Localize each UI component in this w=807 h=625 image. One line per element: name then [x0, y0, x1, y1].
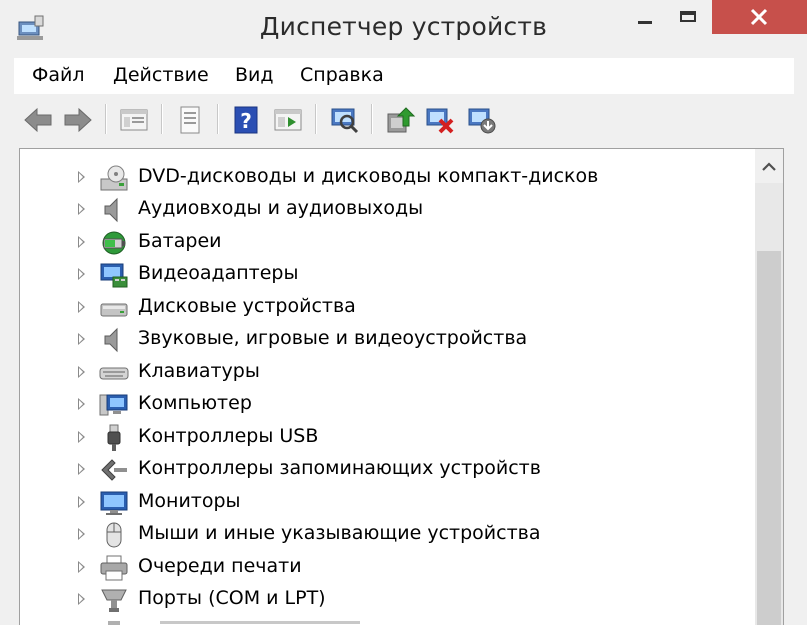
tree-item-label: Дисковые устройства — [138, 295, 356, 317]
toolbar-separator — [371, 104, 372, 134]
tree-item-display-adapters[interactable]: Видеоадаптеры — [20, 259, 755, 291]
enable-device-icon[interactable] — [466, 104, 498, 136]
port-icon — [101, 589, 127, 612]
tree-item-label: Мониторы — [138, 490, 241, 512]
expand-arrow[interactable] — [78, 171, 85, 183]
tree-item-sound-video-game[interactable]: Звуковые, игровые и видеоустройства — [20, 324, 755, 356]
tree-item-audio-inputs-outputs[interactable]: Аудиовходы и аудиовыходы — [20, 194, 755, 226]
chevron-up-icon — [762, 162, 776, 171]
tree-item-label: Очереди печати — [138, 555, 302, 577]
tree-item-label: Контроллеры USB — [138, 425, 319, 447]
scroll-thumb[interactable] — [757, 251, 781, 625]
close-button[interactable] — [712, 0, 807, 34]
printer-icon — [100, 555, 128, 581]
keyboard-icon — [99, 367, 129, 380]
close-icon — [750, 8, 768, 26]
dvd-drive-icon — [100, 165, 128, 191]
toolbar: ? — [14, 96, 794, 144]
tree-item-usb-controllers[interactable]: Контроллеры USB — [20, 422, 755, 454]
toolbar-separator — [217, 104, 218, 134]
forward-icon[interactable] — [62, 104, 94, 136]
tree-item-batteries[interactable]: Батареи — [20, 227, 755, 259]
sound-icon — [104, 327, 118, 353]
menu-file[interactable]: Файл — [32, 64, 85, 86]
battery-icon — [102, 231, 126, 255]
menu-view[interactable]: Вид — [235, 64, 274, 86]
expand-arrow[interactable] — [78, 463, 85, 475]
tree-item-computer[interactable]: Компьютер — [20, 389, 755, 421]
expand-arrow[interactable] — [78, 593, 85, 605]
device-manager-window: Диспетчер устройств Файл Действие Вид Сп… — [0, 0, 807, 625]
expand-arrow[interactable] — [78, 366, 85, 378]
scan-hardware-icon[interactable] — [328, 104, 360, 136]
expand-arrow[interactable] — [78, 333, 85, 345]
menu-bar: Файл Действие Вид Справка — [14, 58, 794, 94]
tree-item-label: Клавиатуры — [138, 360, 260, 382]
expand-arrow[interactable] — [78, 301, 85, 313]
expand-arrow[interactable] — [78, 268, 85, 280]
tree-row-partial — [20, 149, 755, 155]
disk-drive-icon — [100, 303, 128, 317]
expand-arrow[interactable] — [78, 528, 85, 540]
tree-item-label: DVD-дисководы и дисководы компакт-дисков — [138, 165, 599, 187]
tree-item-label: Звуковые, игровые и видеоустройства — [138, 327, 528, 349]
expand-arrow[interactable] — [78, 398, 85, 410]
expand-arrow[interactable] — [78, 431, 85, 443]
tree-item-label: Компьютер — [138, 392, 252, 414]
toolbar-separator — [105, 104, 106, 134]
tree-item-label: Аудиовходы и аудиовыходы — [138, 197, 424, 219]
svg-text:?: ? — [240, 109, 252, 133]
scroll-up-button[interactable] — [755, 149, 783, 183]
usb-icon — [107, 424, 121, 451]
expand-arrow[interactable] — [78, 203, 85, 215]
tree-item-storage-controllers[interactable]: Контроллеры запоминающих устройств — [20, 454, 755, 486]
update-driver-icon[interactable] — [384, 104, 416, 136]
minimize-button[interactable] — [622, 0, 668, 32]
properties-pane-icon[interactable] — [118, 104, 150, 136]
tree-item-label: Мыши и иные указывающие устройства — [138, 522, 541, 544]
tree-item-label: Порты (COM и LPT) — [138, 587, 326, 609]
tree-item-mice[interactable]: Мыши и иные указывающие устройства — [20, 519, 755, 551]
tree-item-disk-drives[interactable]: Дисковые устройства — [20, 292, 755, 324]
vertical-scrollbar[interactable] — [755, 149, 783, 625]
device-tree[interactable]: DVD-дисководы и дисководы компакт-дисков… — [19, 148, 784, 625]
tree-item-label: Контроллеры запоминающих устройств — [138, 457, 541, 479]
list-view-icon[interactable] — [174, 104, 206, 136]
toolbar-separator — [161, 104, 162, 134]
toolbar-separator — [315, 104, 316, 134]
tree-item-label: Видеоадаптеры — [138, 262, 299, 284]
tree-item-label: Батареи — [138, 230, 222, 252]
tree-item-keyboards[interactable]: Клавиатуры — [20, 357, 755, 389]
help-icon[interactable]: ? — [230, 104, 262, 136]
monitor-icon — [100, 491, 128, 515]
back-icon[interactable] — [22, 104, 54, 136]
menu-action[interactable]: Действие — [113, 64, 209, 86]
maximize-button[interactable] — [666, 0, 712, 32]
menu-help[interactable]: Справка — [300, 64, 384, 86]
tree-item-partial — [20, 617, 755, 625]
tree-item-monitors[interactable]: Мониторы — [20, 487, 755, 519]
speaker-icon — [104, 197, 118, 223]
tree-item-ports[interactable]: Порты (COM и LPT) — [20, 584, 755, 616]
storage-controller-icon — [101, 459, 127, 481]
title-bar[interactable]: Диспетчер устройств — [0, 0, 807, 56]
expand-arrow[interactable] — [78, 236, 85, 248]
expand-arrow[interactable] — [78, 561, 85, 573]
tree-item-print-queues[interactable]: Очереди печати — [20, 552, 755, 584]
run-icon[interactable] — [272, 104, 304, 136]
display-adapter-icon — [100, 263, 128, 288]
mouse-icon — [106, 522, 122, 548]
computer-icon — [99, 394, 128, 416]
tree-item-dvd-drives[interactable]: DVD-дисководы и дисководы компакт-дисков — [20, 162, 755, 194]
expand-arrow[interactable] — [78, 496, 85, 508]
uninstall-device-icon[interactable] — [424, 104, 456, 136]
